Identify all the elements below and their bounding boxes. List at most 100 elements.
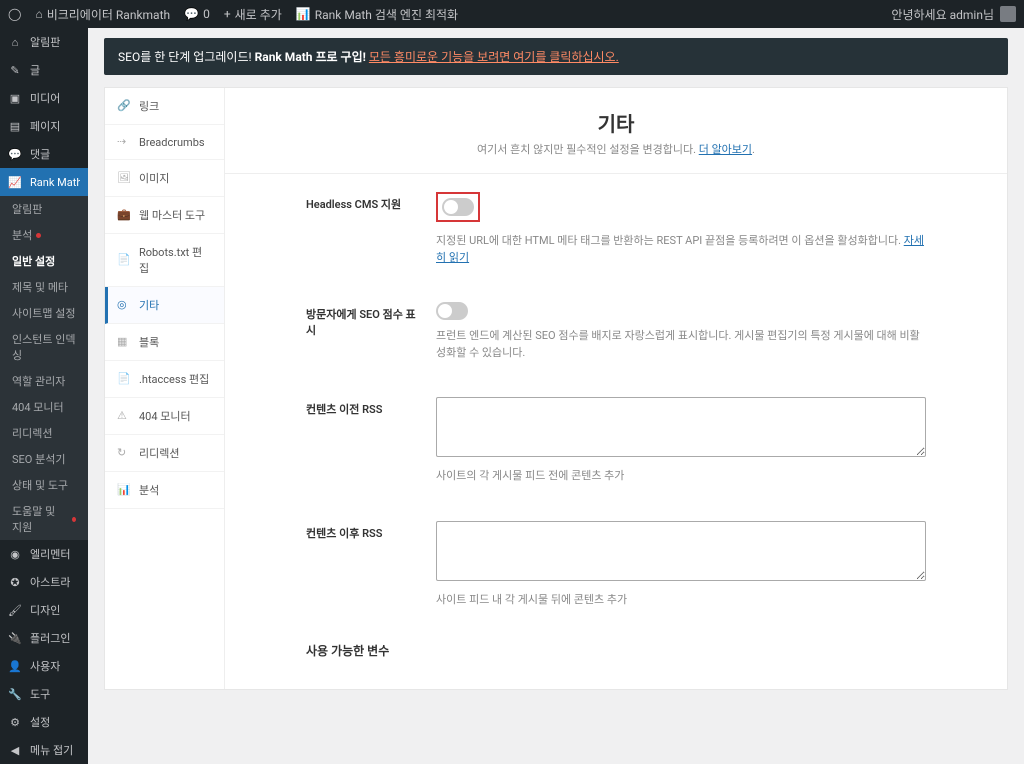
- upgrade-notice: SEO를 한 단계 업그레이드! Rank Math 프로 구입! 모든 흥미로…: [104, 38, 1008, 75]
- help-text: 사이트의 각 게시물 피드 전에 콘텐츠 추가: [436, 468, 926, 485]
- field-label: 컨텐츠 이후 RSS: [306, 521, 416, 609]
- site-name: 비크리에이터 Rankmath: [47, 6, 170, 23]
- subtitle-text: 여기서 흔치 않지만 필수적인 설정을 변경합니다.: [477, 143, 699, 156]
- tab-label: 웹 마스터 도구: [139, 207, 205, 223]
- media-icon: ▣: [8, 91, 22, 105]
- help-text-content: 지정된 URL에 대한 HTML 메타 태그를 반환하는 REST API 끝점…: [436, 234, 904, 247]
- sidebar-item-appearance[interactable]: 🖌디자인: [0, 596, 88, 624]
- chart-icon: 📈: [8, 175, 22, 189]
- site-link[interactable]: ⌂ 비크리에이터 Rankmath: [35, 6, 170, 23]
- avatar-icon[interactable]: [1000, 6, 1016, 22]
- submenu-help[interactable]: 도움말 및 지원: [0, 498, 88, 540]
- comment-icon: 💬: [184, 7, 199, 21]
- other-icon: ◎: [117, 298, 131, 312]
- sidebar-item-label: 알림판: [30, 34, 60, 50]
- link-icon: 🔗: [117, 99, 131, 113]
- sidebar-item-comments[interactable]: 💬댓글: [0, 140, 88, 168]
- tab-label: Breadcrumbs: [139, 136, 205, 149]
- submenu-seo-analyzer[interactable]: SEO 분석기: [0, 446, 88, 472]
- sidebar-item-label: 페이지: [30, 118, 60, 134]
- sidebar-item-label: 엘리멘터: [30, 546, 70, 562]
- greeting[interactable]: 안녕하세요 admin님: [891, 6, 994, 23]
- submenu-analytics[interactable]: 분석: [0, 222, 88, 248]
- field-content: 사이트 피드 내 각 게시물 뒤에 콘텐츠 추가: [436, 521, 926, 609]
- comments-link[interactable]: 💬0: [184, 7, 210, 21]
- submenu-redirections[interactable]: 리디렉션: [0, 420, 88, 446]
- tab-breadcrumbs[interactable]: ⇢ Breadcrumbs: [105, 125, 224, 160]
- notification-dot-icon: [36, 233, 41, 238]
- tab-label: 이미지: [139, 170, 169, 186]
- sidebar-item-rankmath[interactable]: 📈 Rank Math 검색 엔진 최적화: [0, 168, 88, 196]
- page-subtitle: 여기서 흔치 않지만 필수적인 설정을 변경합니다. 더 알아보기.: [225, 141, 1007, 157]
- sidebar-item-dashboard[interactable]: ⌂ 알림판: [0, 28, 88, 56]
- tab-robots[interactable]: 📄Robots.txt 편집: [105, 234, 224, 287]
- tab-label: 기타: [139, 297, 159, 313]
- sidebar-item-posts[interactable]: ✎글: [0, 56, 88, 84]
- home-icon: ⌂: [35, 7, 42, 21]
- tab-label: 리디렉션: [139, 445, 179, 461]
- settings-inner: Headless CMS 지원 지정된 URL에 대한 HTML 메타 태그를 …: [266, 174, 966, 689]
- comment-icon: 💬: [8, 147, 22, 161]
- rss-before-textarea[interactable]: [436, 397, 926, 457]
- field-content: 지정된 URL에 대한 HTML 메타 태그를 반환하는 REST API 끝점…: [436, 192, 926, 266]
- rankmath-submenu: 알림판 분석 일반 설정 제목 및 메타 사이트맵 설정 인스턴트 인덱싱 역할…: [0, 196, 88, 540]
- sidebar-item-elementor[interactable]: ◉ 엘리멘터: [0, 540, 88, 568]
- sidebar-item-label: 설정: [30, 714, 50, 730]
- tab-other[interactable]: ◎ 기타: [105, 287, 224, 324]
- brush-icon: 🖌: [8, 603, 22, 617]
- analytics-icon: 📊: [117, 483, 131, 497]
- help-text: 프런트 엔드에 계산된 SEO 점수를 배지로 자랑스럽게 표시합니다. 게시물…: [436, 328, 926, 361]
- sidebar-item-settings[interactable]: ⚙설정: [0, 708, 88, 736]
- sidebar-item-tools[interactable]: 🔧도구: [0, 680, 88, 708]
- tab-label: 404 모니터: [139, 408, 191, 424]
- admin-sidebar: ⌂ 알림판 ✎글 ▣ 미디어 ▤페이지 💬댓글 📈 Rank Math 검색 엔진 최…: [0, 28, 88, 764]
- settings-tabs: 🔗링크 ⇢ Breadcrumbs 🖼 이미지 💼웹 마스터 도구 📄Robots.…: [105, 88, 225, 689]
- tab-blocks[interactable]: ▦블록: [105, 324, 224, 361]
- sidebar-item-label: 미디어: [30, 90, 60, 106]
- submenu-sitemap[interactable]: 사이트맵 설정: [0, 300, 88, 326]
- submenu-dashboard[interactable]: 알림판: [0, 196, 88, 222]
- field-headless-cms: Headless CMS 지원 지정된 URL에 대한 HTML 메타 태그를 …: [306, 174, 926, 284]
- tab-404[interactable]: ⚠404 모니터: [105, 398, 224, 435]
- elementor-icon: ◉: [8, 547, 22, 561]
- sidebar-item-plugins[interactable]: 🔌플러그인: [0, 624, 88, 652]
- tab-images[interactable]: 🖼 이미지: [105, 160, 224, 197]
- field-content: 사이트의 각 게시물 피드 전에 콘텐츠 추가: [436, 397, 926, 485]
- sidebar-item-pages[interactable]: ▤페이지: [0, 112, 88, 140]
- help-text: 사이트 피드 내 각 게시물 뒤에 콘텐츠 추가: [436, 592, 926, 609]
- breadcrumb-icon: ⇢: [117, 135, 131, 149]
- tab-analytics[interactable]: 📊 분석: [105, 472, 224, 509]
- new-content[interactable]: +새로 추가: [224, 6, 282, 23]
- wp-logo[interactable]: ◯: [8, 7, 21, 21]
- sidebar-item-label: Rank Math 검색 엔진 최적화: [30, 174, 80, 190]
- dashboard-icon: ⌂: [8, 35, 22, 49]
- submenu-titles[interactable]: 제목 및 메타: [0, 274, 88, 300]
- seo-score-toggle[interactable]: [436, 302, 468, 320]
- field-seo-score: 방문자에게 SEO 점수 표시 프런트 엔드에 계산된 SEO 점수를 배지로 …: [306, 284, 926, 379]
- notice-link[interactable]: 모든 흥미로운 기능을 보려면 여기를 클릭하십시오.: [369, 50, 619, 64]
- rss-after-textarea[interactable]: [436, 521, 926, 581]
- submenu-status-tools[interactable]: 상태 및 도구: [0, 472, 88, 498]
- sidebar-item-media[interactable]: ▣ 미디어: [0, 84, 88, 112]
- tab-links[interactable]: 🔗링크: [105, 88, 224, 125]
- image-icon: 🖼: [117, 171, 131, 185]
- headless-cms-toggle[interactable]: [442, 198, 474, 216]
- submenu-role-manager[interactable]: 역할 관리자: [0, 368, 88, 394]
- toggle-highlight: [436, 192, 480, 222]
- submenu-label: 도움말 및 지원: [12, 503, 68, 535]
- sidebar-item-astra[interactable]: ✪아스트라: [0, 568, 88, 596]
- tab-htaccess[interactable]: 📄.htaccess 편집: [105, 361, 224, 398]
- learn-more-link[interactable]: 더 알아보기: [699, 143, 752, 156]
- submenu-instant-indexing[interactable]: 인스턴트 인덱싱: [0, 326, 88, 368]
- rankmath-topbar[interactable]: 📊Rank Math 검색 엔진 최적화: [296, 6, 458, 23]
- submenu-404-monitor[interactable]: 404 모니터: [0, 394, 88, 420]
- tab-webmaster[interactable]: 💼웹 마스터 도구: [105, 197, 224, 234]
- submenu-general-settings[interactable]: 일반 설정: [0, 248, 88, 274]
- layout: ⌂ 알림판 ✎글 ▣ 미디어 ▤페이지 💬댓글 📈 Rank Math 검색 엔진 최…: [0, 28, 1024, 764]
- collapse-menu[interactable]: ◀메뉴 접기: [0, 736, 88, 764]
- field-label: 방문자에게 SEO 점수 표시: [306, 302, 416, 361]
- tab-redirections[interactable]: ↻리디렉션: [105, 435, 224, 472]
- notification-dot-icon: [72, 517, 76, 522]
- sidebar-item-users[interactable]: 👤사용자: [0, 652, 88, 680]
- tab-label: 분석: [139, 482, 159, 498]
